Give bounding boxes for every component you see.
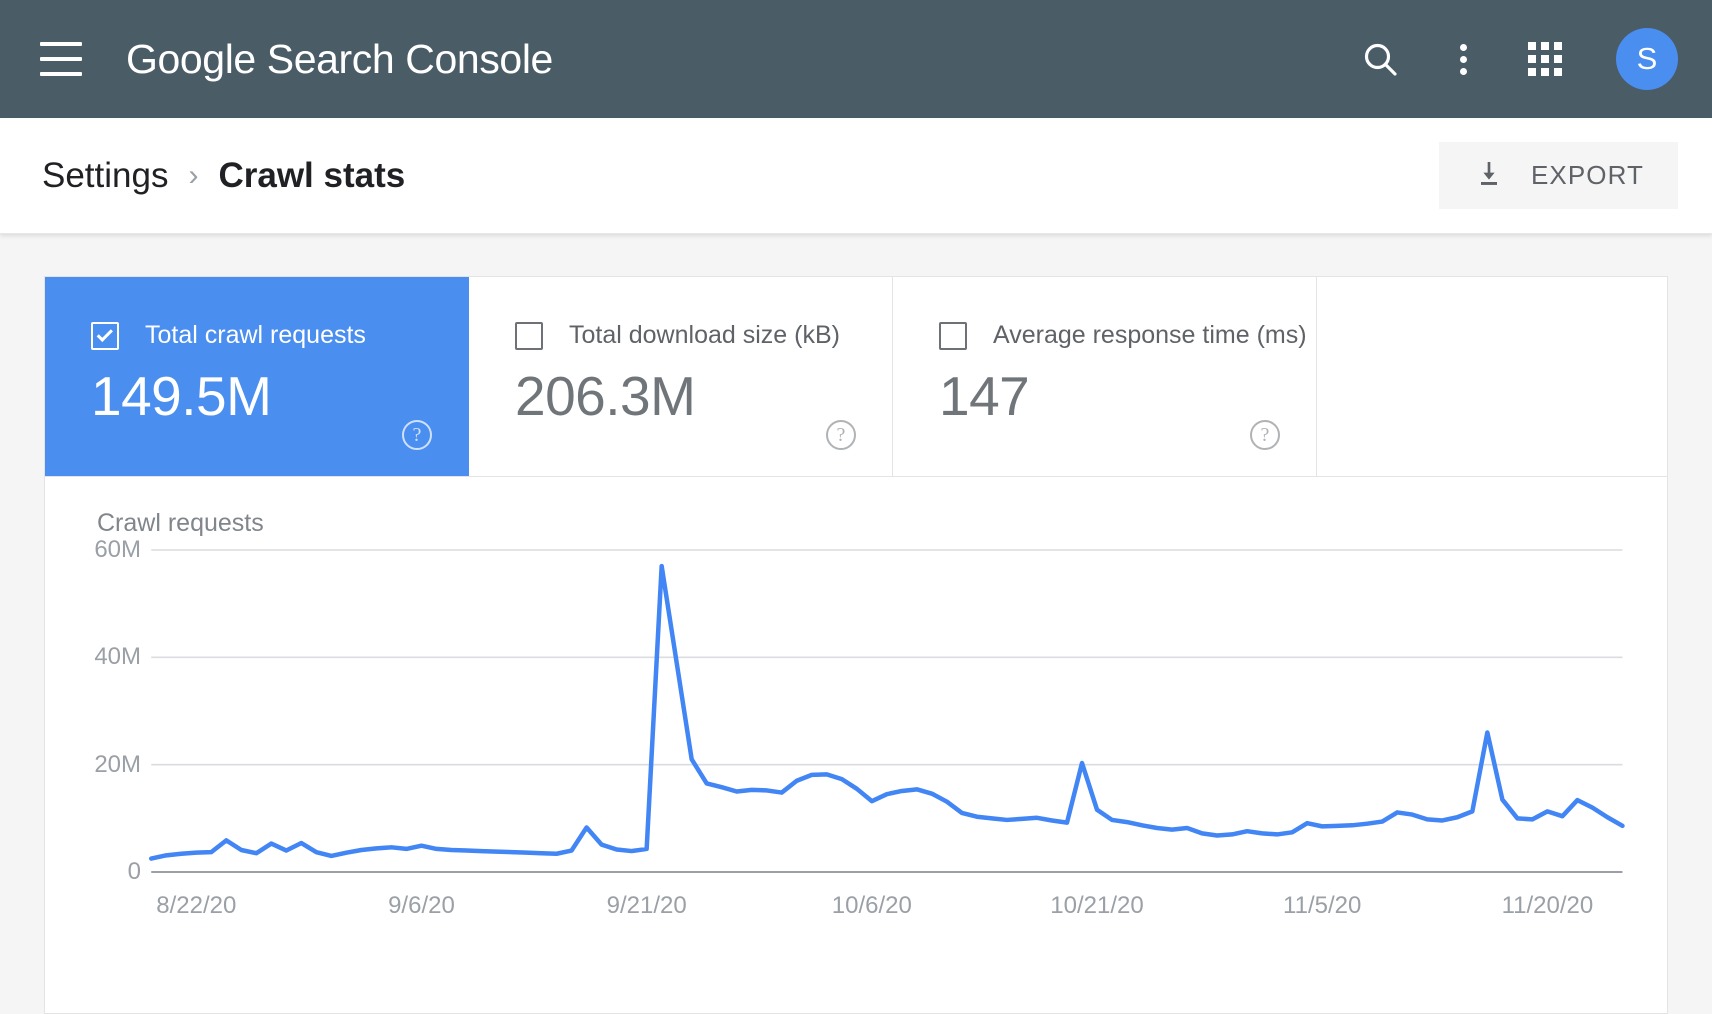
grid-cell [1528,55,1536,63]
metric-label: Total crawl requests [145,321,366,349]
checkbox-total-crawl-requests[interactable] [91,321,119,350]
grid-cell [1554,55,1562,63]
metric-cards: Total crawl requests 149.5M ? Total down… [45,277,1667,477]
avatar[interactable]: S [1616,28,1678,90]
grid-cell [1554,68,1562,76]
content-canvas: Total crawl requests 149.5M ? Total down… [0,234,1712,1014]
brand-google: Google [126,35,256,82]
metric-card-total-crawl-requests[interactable]: Total crawl requests 149.5M ? [45,277,469,476]
download-icon [1473,158,1505,193]
export-label: EXPORT [1530,160,1644,190]
app-bar-actions: S [1360,28,1678,90]
chevron-right-icon: › [188,158,199,192]
y-tick-label: 60M [94,536,141,563]
crawl-requests-chart: Crawl requests 0 20M 40M 60M 8/22/20 9/6/20 9… [45,477,1667,1013]
y-tick-label: 0 [127,858,141,885]
help-icon[interactable]: ? [1250,420,1280,450]
help-icon[interactable]: ? [402,420,432,450]
x-tick-label: 10/21/20 [1050,892,1144,919]
metric-card-total-download-size[interactable]: Total download size (kB) 206.3M ? [469,277,893,476]
app-bar: Google Search Console S [0,0,1712,118]
apps-grid-icon[interactable] [1526,40,1564,78]
chart-title: Crawl requests [97,509,264,537]
export-button[interactable]: EXPORT [1438,142,1678,209]
brand-product: Search Console [255,35,554,82]
metric-label: Total download size (kB) [569,321,840,349]
metric-value: 147 [939,365,1030,427]
hamburger-bar [40,42,82,46]
breadcrumb-bar: Settings › Crawl stats EXPORT [0,118,1712,234]
x-tick-label: 9/6/20 [388,892,455,919]
crawl-stats-panel: Total crawl requests 149.5M ? Total down… [44,276,1668,1014]
search-icon[interactable] [1360,39,1400,79]
metric-head: Average response time (ms) [939,321,1307,350]
page-title: Crawl stats [218,155,406,195]
metric-value: 206.3M [515,365,696,427]
grid-cell [1528,42,1536,50]
grid-cell [1554,42,1562,50]
x-tick-label: 11/5/20 [1283,892,1362,919]
grid-cell [1541,42,1549,50]
dot [1459,43,1467,51]
metric-label: Average response time (ms) [993,321,1307,349]
x-tick-label: 11/20/20 [1501,892,1594,919]
hamburger-bar [40,57,82,61]
y-tick-label: 40M [94,643,141,671]
hamburger-bar [40,72,82,76]
more-vert-icon[interactable] [1446,39,1480,79]
grid-cell [1541,68,1549,76]
checkbox-total-download-size[interactable] [515,321,543,350]
x-axis-labels: 8/22/20 9/6/20 9/21/20 10/6/20 10/21/20 11/5/… [75,892,1641,932]
grid-cell [1541,55,1549,63]
dot [1459,67,1467,75]
x-tick-label: 9/21/20 [606,892,687,919]
metric-value: 149.5M [91,365,272,427]
metric-card-average-response-time[interactable]: Average response time (ms) 147 ? [893,277,1317,476]
chart-svg[interactable] [75,546,1641,876]
checkbox-average-response-time[interactable] [939,321,967,350]
metric-head: Total crawl requests [91,321,428,350]
metric-card-empty [1317,277,1667,476]
dot [1459,55,1467,63]
breadcrumb-parent[interactable]: Settings [42,156,168,196]
metric-head: Total download size (kB) [515,321,852,350]
grid-cell [1528,68,1536,76]
help-icon[interactable]: ? [826,420,856,450]
x-tick-label: 8/22/20 [156,892,237,919]
product-logo[interactable]: Google Search Console [126,36,553,83]
x-tick-label: 10/6/20 [831,892,912,919]
plot-area: 0 20M 40M 60M [75,536,1641,885]
hamburger-menu-icon[interactable] [40,42,82,76]
y-tick-label: 20M [94,750,141,778]
